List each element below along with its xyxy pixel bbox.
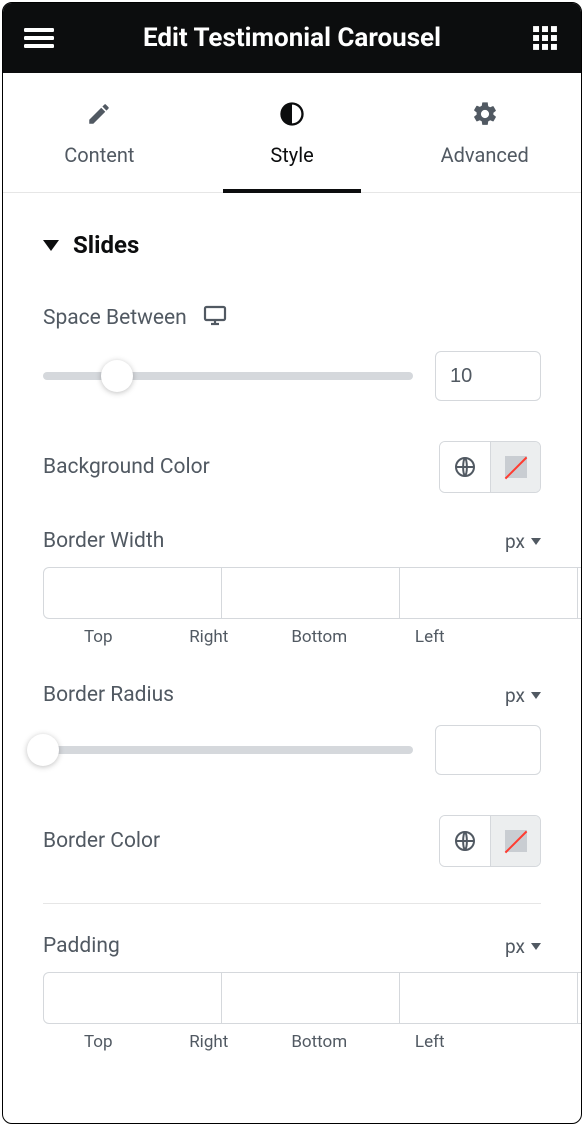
- panel-title: Edit Testimonial Carousel: [57, 23, 527, 53]
- tab-style-label: Style: [270, 143, 313, 167]
- tab-advanced-label: Advanced: [441, 143, 529, 167]
- padding-left[interactable]: [578, 972, 581, 1024]
- divider: [43, 903, 541, 904]
- contrast-icon: [277, 99, 307, 129]
- border-radius-label: Border Radius: [43, 683, 174, 707]
- border-width-unit[interactable]: px: [505, 530, 541, 553]
- background-color-control: [439, 441, 541, 493]
- border-color-label: Border Color: [43, 829, 160, 853]
- chevron-down-icon: [531, 943, 541, 950]
- desktop-icon[interactable]: [203, 303, 227, 333]
- tab-content[interactable]: Content: [3, 73, 196, 192]
- padding-unit-text: px: [505, 935, 525, 958]
- padding-unit[interactable]: px: [505, 935, 541, 958]
- pencil-icon: [84, 99, 114, 129]
- chevron-down-icon: [531, 538, 541, 545]
- border-width-bottom[interactable]: [400, 567, 578, 619]
- padding-top[interactable]: [43, 972, 222, 1024]
- globe-icon[interactable]: [440, 442, 490, 492]
- padding-label: Padding: [43, 934, 120, 958]
- menu-icon[interactable]: [21, 20, 57, 56]
- section-title: Slides: [73, 231, 139, 259]
- border-width-label: Border Width: [43, 529, 164, 553]
- side-right-label: Right: [154, 627, 265, 647]
- border-width-left[interactable]: [578, 567, 581, 619]
- space-between-input[interactable]: [435, 351, 541, 401]
- apps-icon[interactable]: [527, 20, 563, 56]
- section-toggle-slides[interactable]: Slides: [43, 231, 541, 259]
- slider-thumb[interactable]: [101, 360, 133, 392]
- border-radius-slider[interactable]: [43, 746, 413, 754]
- border-radius-input[interactable]: [435, 725, 541, 775]
- side-right-label: Right: [154, 1032, 265, 1052]
- chevron-down-icon: [531, 692, 541, 699]
- color-swatch-none[interactable]: [490, 816, 540, 866]
- side-top-label: Top: [43, 627, 154, 647]
- tab-content-label: Content: [64, 143, 134, 167]
- padding-right[interactable]: [222, 972, 400, 1024]
- border-color-control: [439, 815, 541, 867]
- space-between-text: Space Between: [43, 306, 187, 330]
- tab-bar: Content Style Advanced: [3, 73, 581, 193]
- side-bottom-label: Bottom: [264, 1032, 375, 1052]
- side-left-label: Left: [375, 1032, 486, 1052]
- padding-bottom[interactable]: [400, 972, 578, 1024]
- side-left-label: Left: [375, 627, 486, 647]
- side-top-label: Top: [43, 1032, 154, 1052]
- border-width-right[interactable]: [222, 567, 400, 619]
- space-between-slider[interactable]: [43, 372, 413, 380]
- gear-icon: [470, 99, 500, 129]
- border-width-unit-text: px: [505, 530, 525, 553]
- border-width-top[interactable]: [43, 567, 222, 619]
- panel-header: Edit Testimonial Carousel: [3, 3, 581, 73]
- border-radius-unit[interactable]: px: [505, 684, 541, 707]
- tab-style[interactable]: Style: [196, 73, 389, 192]
- caret-down-icon: [43, 240, 59, 251]
- tab-advanced[interactable]: Advanced: [388, 73, 581, 192]
- slider-thumb[interactable]: [27, 734, 59, 766]
- side-bottom-label: Bottom: [264, 627, 375, 647]
- background-color-label: Background Color: [43, 455, 210, 479]
- space-between-label: Space Between: [43, 303, 227, 333]
- globe-icon[interactable]: [440, 816, 490, 866]
- color-swatch-none[interactable]: [490, 442, 540, 492]
- border-radius-unit-text: px: [505, 684, 525, 707]
